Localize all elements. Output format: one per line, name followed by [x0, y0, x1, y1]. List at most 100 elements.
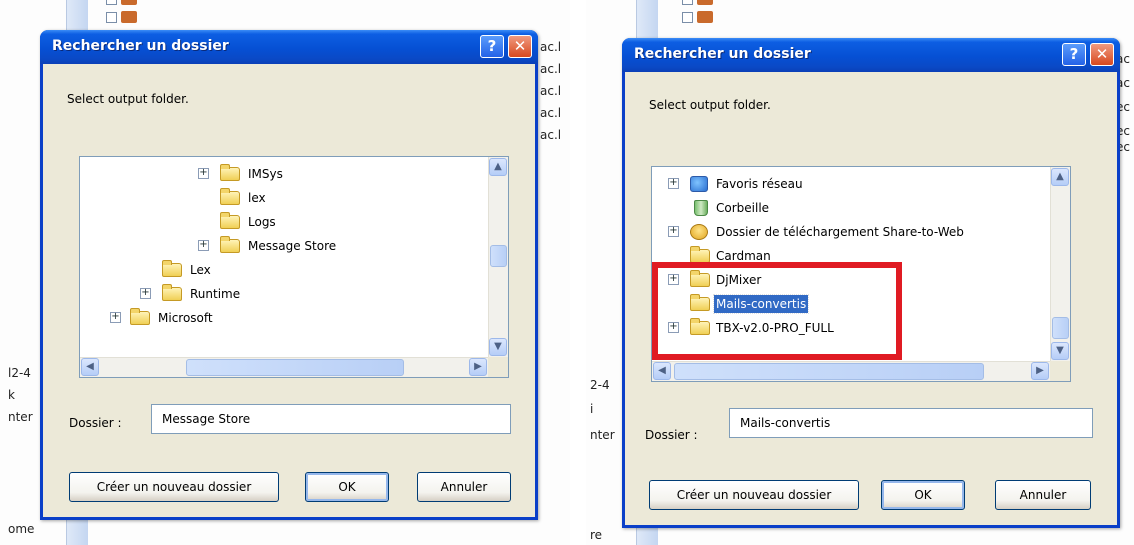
expand-icon[interactable]: + — [198, 240, 209, 251]
tree-item-label: lex — [248, 191, 266, 205]
expand-icon[interactable]: + — [198, 168, 209, 179]
tree-item[interactable]: + Microsoft — [80, 307, 480, 329]
close-button[interactable]: ✕ — [1090, 43, 1114, 66]
vertical-scrollbar[interactable]: ▲ ▼ — [1050, 167, 1070, 361]
share-to-web-icon — [690, 224, 708, 240]
scrollbar-thumb[interactable] — [1052, 317, 1069, 339]
background-list-row — [106, 0, 145, 10]
ok-button[interactable]: OK — [305, 472, 389, 502]
tree-item-label: Logs — [248, 215, 276, 229]
tree-item[interactable]: + Favoris réseau — [652, 173, 1048, 195]
folder-field-label: Dossier : — [645, 428, 698, 442]
close-icon: ✕ — [513, 37, 527, 55]
tree-item-label: Corbeille — [716, 201, 770, 215]
tree-item-label: IMSys — [248, 167, 283, 181]
help-button[interactable]: ? — [1062, 43, 1086, 66]
tree-item[interactable]: Corbeille — [652, 197, 1048, 219]
cancel-button[interactable]: Annuler — [995, 480, 1091, 510]
background-text-fragment: k — [8, 388, 15, 402]
cancel-button[interactable]: Annuler — [417, 472, 511, 502]
ok-button[interactable]: OK — [881, 480, 965, 510]
scroll-left-button[interactable]: ◀ — [81, 358, 99, 376]
tree-item-label: Favoris réseau — [716, 177, 803, 191]
scrollbar-corner — [1050, 361, 1070, 381]
new-folder-button[interactable]: Créer un nouveau dossier — [649, 480, 859, 510]
tree-item-label: Dossier de téléchargement Share-to-Web — [716, 225, 964, 239]
dialog-prompt: Select output folder. — [649, 98, 771, 112]
tree-item[interactable]: + Dossier de téléchargement Share-to-Web — [652, 221, 1048, 243]
expand-icon[interactable]: + — [110, 312, 121, 323]
expand-icon[interactable]: + — [668, 226, 679, 237]
dialog-title: Rechercher un dossier — [634, 46, 811, 62]
scrollbar-thumb[interactable] — [490, 245, 507, 267]
question-mark-icon: ? — [487, 37, 497, 55]
scrollbar-thumb[interactable] — [186, 359, 404, 376]
recycle-bin-icon — [694, 200, 708, 216]
folder-icon — [162, 260, 182, 277]
scroll-left-button[interactable]: ◀ — [653, 362, 671, 380]
scrollbar-thumb[interactable] — [674, 363, 984, 380]
red-highlight-box — [652, 262, 902, 360]
right-screenshot-panel: ac ac ec ec ec 2-4 i nter re Rechercher … — [586, 0, 1134, 545]
horizontal-scrollbar[interactable]: ◀ ▶ — [652, 361, 1050, 381]
background-text-fragment: ac.l — [540, 84, 562, 98]
tree-item[interactable]: Logs — [80, 211, 480, 233]
background-text-fragment: ac.l — [540, 128, 562, 142]
vertical-scrollbar[interactable]: ▲ ▼ — [488, 157, 508, 357]
scrollbar-corner — [488, 357, 508, 377]
background-text-fragment: nter — [590, 428, 615, 442]
scroll-right-button[interactable]: ▶ — [469, 358, 487, 376]
tree-item[interactable]: + Runtime — [80, 283, 480, 305]
dialog-titlebar[interactable]: Rechercher un dossier ? ✕ — [622, 38, 1120, 72]
background-text-fragment: nter — [8, 410, 33, 424]
browse-folder-dialog: Rechercher un dossier ? ✕ Select output … — [40, 30, 538, 520]
tree-item[interactable]: + Message Store — [80, 235, 480, 257]
expand-icon[interactable]: + — [668, 178, 679, 189]
background-text-fragment: 2-4 — [590, 378, 610, 392]
folder-icon — [220, 188, 240, 205]
folder-field-label: Dossier : — [69, 416, 122, 430]
folder-icon — [220, 164, 240, 181]
folder-icon — [220, 212, 240, 229]
scroll-down-button[interactable]: ▼ — [1051, 342, 1069, 360]
expand-icon[interactable]: + — [140, 288, 151, 299]
close-button[interactable]: ✕ — [508, 35, 532, 58]
background-text-fragment: ac.l — [540, 106, 562, 120]
folder-icon — [162, 284, 182, 301]
tree-item[interactable]: Lex — [80, 259, 480, 281]
dialog-title: Rechercher un dossier — [52, 38, 229, 54]
tree-item-label: Message Store — [248, 239, 337, 253]
tree-item[interactable]: + IMSys — [80, 163, 480, 185]
dialog-prompt: Select output folder. — [67, 92, 189, 106]
left-screenshot-panel: ac.l ac.l ac.l ac.l ac.l l2-4 k nter ome… — [0, 0, 570, 545]
scroll-up-button[interactable]: ▲ — [1051, 168, 1069, 186]
horizontal-scrollbar[interactable]: ◀ ▶ — [80, 357, 488, 377]
folder-icon — [130, 308, 150, 325]
folder-name-input[interactable] — [729, 408, 1093, 438]
background-text-fragment: re — [590, 528, 603, 542]
close-icon: ✕ — [1095, 45, 1109, 63]
network-places-icon — [690, 176, 708, 192]
tree-item-label: Lex — [190, 263, 211, 277]
tree-item[interactable]: lex — [80, 187, 480, 209]
folder-tree-view[interactable]: + IMSys lex Logs + Message Store Lex + R… — [79, 156, 509, 378]
background-list-row — [682, 10, 721, 28]
dialog-titlebar[interactable]: Rechercher un dossier ? ✕ — [40, 30, 538, 64]
scroll-right-button[interactable]: ▶ — [1031, 362, 1049, 380]
scroll-up-button[interactable]: ▲ — [489, 158, 507, 176]
background-list-row — [682, 0, 721, 10]
background-list-row — [106, 10, 145, 28]
help-button[interactable]: ? — [480, 35, 504, 58]
background-text-fragment: i — [590, 402, 594, 416]
new-folder-button[interactable]: Créer un nouveau dossier — [69, 472, 279, 502]
folder-icon — [220, 236, 240, 253]
background-text-fragment: l2-4 — [8, 366, 31, 380]
folder-icon — [690, 246, 710, 263]
background-text-fragment: ac.l — [540, 40, 562, 54]
folder-name-input[interactable] — [151, 404, 511, 434]
tree-item-label: Runtime — [190, 287, 241, 301]
question-mark-icon: ? — [1069, 45, 1079, 63]
scroll-down-button[interactable]: ▼ — [489, 338, 507, 356]
background-text-fragment: ac.l — [540, 62, 562, 76]
tree-item-label: Microsoft — [158, 311, 213, 325]
